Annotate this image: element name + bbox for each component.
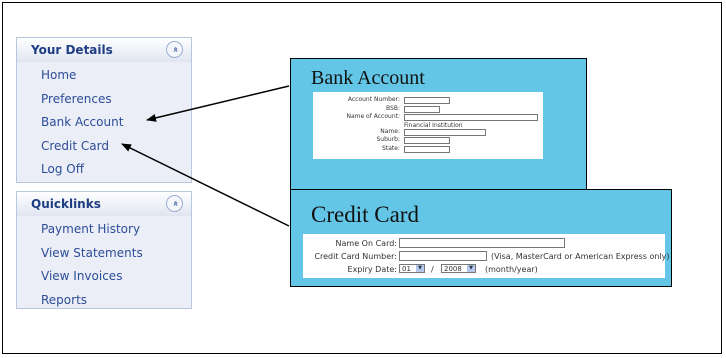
arrow-to-credit-card	[121, 143, 290, 227]
arrow-to-bank-account	[146, 85, 290, 122]
arrows-layer	[121, 85, 290, 227]
